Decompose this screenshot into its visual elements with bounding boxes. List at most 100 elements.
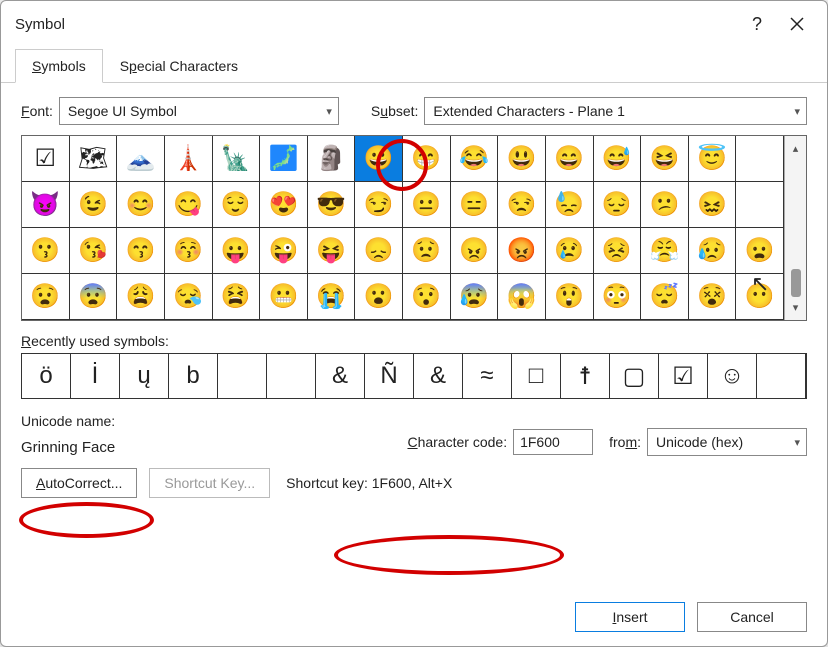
- symbol-cell[interactable]: 😐: [403, 182, 451, 228]
- symbol-cell[interactable]: 😧: [22, 274, 70, 320]
- chevron-down-icon: ▾: [794, 436, 800, 449]
- symbol-cell[interactable]: 😵: [689, 274, 737, 320]
- recent-symbol-cell[interactable]: İ: [71, 354, 120, 398]
- symbol-cell[interactable]: 😳: [594, 274, 642, 320]
- symbol-cell[interactable]: 😏: [355, 182, 403, 228]
- symbol-cell[interactable]: 😎: [308, 182, 356, 228]
- recent-symbol-cell[interactable]: b: [169, 354, 218, 398]
- subset-select[interactable]: Extended Characters - Plane 1 ▾: [424, 97, 807, 125]
- unicode-name-label: Unicode name:: [21, 413, 115, 429]
- symbol-cell[interactable]: 😃: [498, 136, 546, 182]
- symbol-cell[interactable]: 😜: [260, 228, 308, 274]
- scroll-up-icon[interactable]: ▴: [793, 142, 799, 155]
- symbol-cell[interactable]: 😂: [451, 136, 499, 182]
- symbol-cell[interactable]: 😍: [260, 182, 308, 228]
- autocorrect-button[interactable]: AutoCorrect...: [21, 468, 137, 498]
- recent-symbol-row: öİųb&Ñ&≈□☨▢☑☺: [21, 353, 807, 399]
- symbol-cell[interactable]: 😁: [403, 136, 451, 182]
- symbol-cell[interactable]: 😱: [498, 274, 546, 320]
- symbol-cell[interactable]: 😖: [689, 182, 737, 228]
- symbol-cell[interactable]: 😠: [451, 228, 499, 274]
- symbol-cell[interactable]: 😀: [355, 136, 403, 182]
- grid-scrollbar[interactable]: ▴ ▾: [784, 136, 806, 320]
- symbol-cell[interactable]: 😘: [70, 228, 118, 274]
- symbol-cell[interactable]: 😩: [117, 274, 165, 320]
- symbol-cell[interactable]: 😙: [117, 228, 165, 274]
- recent-symbol-cell[interactable]: &: [316, 354, 365, 398]
- symbol-cell[interactable]: 😟: [403, 228, 451, 274]
- symbol-cell[interactable]: 😗: [22, 228, 70, 274]
- cancel-button[interactable]: Cancel: [697, 602, 807, 632]
- recent-symbol-cell[interactable]: ☨: [561, 354, 610, 398]
- symbol-cell[interactable]: 😆: [641, 136, 689, 182]
- symbol-cell[interactable]: 😄: [546, 136, 594, 182]
- close-button[interactable]: [777, 10, 817, 38]
- scroll-thumb[interactable]: [791, 269, 801, 297]
- symbol-cell[interactable]: 😌: [213, 182, 261, 228]
- symbol-cell[interactable]: 😭: [308, 274, 356, 320]
- recent-symbol-cell[interactable]: ≈: [463, 354, 512, 398]
- help-button[interactable]: ?: [737, 10, 777, 38]
- recent-symbol-cell[interactable]: ö: [22, 354, 71, 398]
- recent-symbol-cell[interactable]: ☑: [659, 354, 708, 398]
- symbol-cell[interactable]: 😊: [117, 182, 165, 228]
- symbol-cell[interactable]: 😋: [165, 182, 213, 228]
- symbol-cell[interactable]: 🗿: [308, 136, 356, 182]
- symbol-cell[interactable]: 😪: [165, 274, 213, 320]
- symbol-cell[interactable]: 🗺: [70, 136, 118, 182]
- symbol-cell[interactable]: 😶: [736, 274, 784, 320]
- symbol-cell[interactable]: 😥: [689, 228, 737, 274]
- recent-symbol-cell[interactable]: ☺: [708, 354, 757, 398]
- symbol-cell[interactable]: 😝: [308, 228, 356, 274]
- unicode-name-value: Grinning Face: [21, 439, 115, 456]
- symbol-cell[interactable]: 😑: [451, 182, 499, 228]
- symbol-cell[interactable]: 😒: [498, 182, 546, 228]
- symbol-cell[interactable]: ☑: [22, 136, 70, 182]
- symbol-cell[interactable]: 😦: [736, 228, 784, 274]
- recent-symbol-cell[interactable]: [267, 354, 316, 398]
- symbol-cell[interactable]: 😞: [355, 228, 403, 274]
- recent-symbol-cell[interactable]: [218, 354, 267, 398]
- symbol-cell[interactable]: [736, 136, 784, 182]
- symbol-cell[interactable]: 🗻: [117, 136, 165, 182]
- from-select[interactable]: Unicode (hex) ▾: [647, 428, 807, 456]
- symbol-cell[interactable]: 😈: [22, 182, 70, 228]
- symbol-cell[interactable]: 😕: [641, 182, 689, 228]
- symbol-cell[interactable]: 😴: [641, 274, 689, 320]
- char-code-input[interactable]: 1F600: [513, 429, 593, 455]
- symbol-cell[interactable]: 😚: [165, 228, 213, 274]
- symbol-cell[interactable]: 😰: [451, 274, 499, 320]
- symbol-cell[interactable]: 😅: [594, 136, 642, 182]
- symbol-cell[interactable]: 😣: [594, 228, 642, 274]
- symbol-cell[interactable]: 😉: [70, 182, 118, 228]
- symbol-cell[interactable]: 😓: [546, 182, 594, 228]
- recent-symbol-cell[interactable]: □: [512, 354, 561, 398]
- symbol-cell[interactable]: 😔: [594, 182, 642, 228]
- symbol-cell[interactable]: 😫: [213, 274, 261, 320]
- symbol-cell[interactable]: 🗾: [260, 136, 308, 182]
- symbol-cell[interactable]: 😤: [641, 228, 689, 274]
- tab-symbols[interactable]: Symbols: [15, 49, 103, 83]
- recent-symbol-cell[interactable]: &: [414, 354, 463, 398]
- symbol-cell[interactable]: 😮: [355, 274, 403, 320]
- symbol-cell[interactable]: 😨: [70, 274, 118, 320]
- symbol-cell[interactable]: [736, 182, 784, 228]
- symbol-cell[interactable]: 😬: [260, 274, 308, 320]
- scroll-down-icon[interactable]: ▾: [793, 301, 799, 314]
- font-select[interactable]: Segoe UI Symbol ▾: [59, 97, 339, 125]
- symbol-cell[interactable]: 🗽: [213, 136, 261, 182]
- recent-symbol-cell[interactable]: [757, 354, 806, 398]
- recent-symbol-cell[interactable]: ų: [120, 354, 169, 398]
- recent-symbol-cell[interactable]: ▢: [610, 354, 659, 398]
- symbol-cell[interactable]: 😡: [498, 228, 546, 274]
- recent-symbol-cell[interactable]: Ñ: [365, 354, 414, 398]
- symbol-cell[interactable]: 😢: [546, 228, 594, 274]
- symbol-cell[interactable]: 😛: [213, 228, 261, 274]
- char-code-label: Character code:: [407, 434, 507, 450]
- symbol-cell[interactable]: 😲: [546, 274, 594, 320]
- insert-button[interactable]: Insert: [575, 602, 685, 632]
- symbol-cell[interactable]: 🗼: [165, 136, 213, 182]
- symbol-cell[interactable]: 😯: [403, 274, 451, 320]
- symbol-cell[interactable]: 😇: [689, 136, 737, 182]
- tab-special-characters[interactable]: Special Characters: [103, 49, 255, 82]
